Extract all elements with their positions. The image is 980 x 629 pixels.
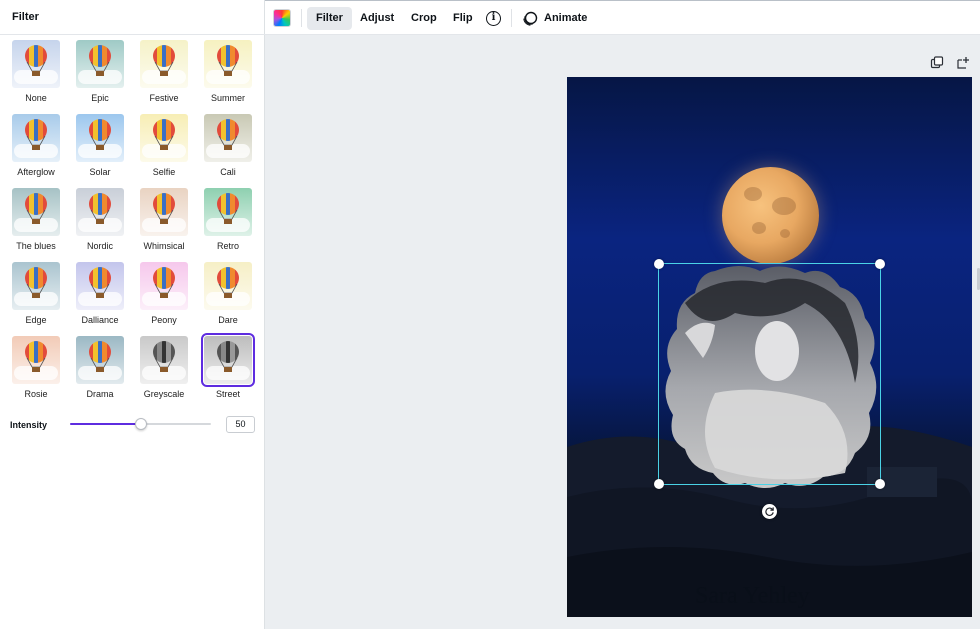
filter-thumbnail — [204, 40, 252, 88]
resize-handle-bottom-left[interactable] — [654, 479, 664, 489]
filter-option-cali[interactable]: Cali — [196, 114, 260, 184]
filter-thumbnail — [12, 188, 60, 236]
animate-icon[interactable] — [522, 11, 538, 27]
info-icon[interactable]: i — [486, 11, 501, 26]
filter-thumbnail — [140, 40, 188, 88]
filter-option-label: Retro — [216, 241, 239, 251]
duplicate-page-icon[interactable] — [930, 56, 944, 70]
filter-thumbnail — [140, 336, 188, 384]
filter-option-selfie[interactable]: Selfie — [132, 114, 196, 184]
filter-option-label: Afterglow — [17, 167, 55, 177]
filter-option-label: Dalliance — [81, 315, 119, 325]
filter-thumbnail — [76, 114, 124, 162]
filter-option-label: Festive — [149, 93, 179, 103]
filter-thumbnail — [76, 40, 124, 88]
add-page-icon[interactable] — [956, 56, 970, 70]
filter-thumbnail — [140, 114, 188, 162]
resize-handle-bottom-right[interactable] — [875, 479, 885, 489]
adjust-button[interactable]: Adjust — [351, 7, 403, 30]
filter-thumbnail — [12, 114, 60, 162]
filter-option-label: Peony — [151, 315, 177, 325]
filter-option-nordic[interactable]: Nordic — [68, 188, 132, 258]
moon-image — [722, 167, 819, 264]
filter-option-solar[interactable]: Solar — [68, 114, 132, 184]
filter-option-label: Solar — [89, 167, 111, 177]
filter-option-none[interactable]: None — [4, 40, 68, 110]
filter-option-label: Whimsical — [143, 241, 185, 251]
filter-option-greyscale[interactable]: Greyscale — [132, 336, 196, 406]
intensity-slider-fill — [70, 423, 141, 425]
rotate-icon — [765, 507, 774, 516]
filter-button[interactable]: Filter — [307, 7, 352, 30]
filter-thumbnail — [140, 188, 188, 236]
filter-option-label: Greyscale — [143, 389, 185, 399]
filter-option-afterglow[interactable]: Afterglow — [4, 114, 68, 184]
filter-option-rosie[interactable]: Rosie — [4, 336, 68, 406]
filter-option-label: Drama — [86, 389, 114, 399]
filter-option-dare[interactable]: Dare — [196, 262, 260, 332]
filter-option-festive[interactable]: Festive — [132, 40, 196, 110]
filter-option-street[interactable]: Street — [196, 333, 260, 406]
filter-thumbnail — [140, 262, 188, 310]
filter-option-label: The blues — [16, 241, 56, 251]
filter-thumbnail — [76, 188, 124, 236]
filter-thumbnail — [12, 336, 60, 384]
filter-option-summer[interactable]: Summer — [196, 40, 260, 110]
filter-option-label: Summer — [210, 93, 245, 103]
filter-option-epic[interactable]: Epic — [68, 40, 132, 110]
filter-thumbnail — [201, 333, 255, 387]
filter-option-label: Rosie — [24, 389, 48, 399]
filter-option-label: Dare — [218, 315, 238, 325]
filter-thumbnail — [204, 188, 252, 236]
filter-option-label: None — [25, 93, 47, 103]
editor-toolbar: Filter Adjust Crop Flip i Animate — [265, 0, 980, 35]
flip-button[interactable]: Flip — [444, 7, 482, 30]
watermark-text: Sara Yehley — [695, 583, 810, 609]
filter-option-the-blues[interactable]: The blues — [4, 188, 68, 258]
rotate-handle[interactable] — [762, 504, 777, 519]
filter-option-peony[interactable]: Peony — [132, 262, 196, 332]
filter-option-drama[interactable]: Drama — [68, 336, 132, 406]
intensity-value-input[interactable]: 50 — [226, 416, 255, 433]
panel-title: Filter — [12, 11, 39, 23]
filter-option-label: Street — [215, 389, 240, 399]
color-picker-button[interactable] — [273, 9, 291, 27]
filter-option-label: Nordic — [86, 241, 113, 251]
filter-thumbnail — [12, 40, 60, 88]
filter-option-label: Edge — [25, 315, 47, 325]
filter-thumbnail — [204, 262, 252, 310]
crop-button[interactable]: Crop — [402, 7, 446, 30]
intensity-slider[interactable] — [70, 418, 211, 430]
filter-thumbnail — [204, 114, 252, 162]
toolbar-divider — [301, 9, 302, 27]
selection-box[interactable] — [654, 259, 885, 489]
intensity-label: Intensity — [10, 420, 48, 430]
filter-option-edge[interactable]: Edge — [4, 262, 68, 332]
filter-thumbnail — [12, 262, 60, 310]
filter-option-whimsical[interactable]: Whimsical — [132, 188, 196, 258]
filter-thumbnail — [76, 262, 124, 310]
toolbar-divider — [511, 9, 512, 27]
filter-panel: Filter None Epic Festive Summer Afterglow Sol… — [0, 0, 265, 629]
filter-option-label: Cali — [220, 167, 236, 177]
filter-thumbnail — [76, 336, 124, 384]
filter-option-dalliance[interactable]: Dalliance — [68, 262, 132, 332]
intensity-slider-thumb[interactable] — [134, 418, 147, 430]
filter-option-retro[interactable]: Retro — [196, 188, 260, 258]
filter-option-label: Selfie — [152, 167, 176, 177]
resize-handle-top-right[interactable] — [875, 259, 885, 269]
panel-divider — [0, 34, 265, 35]
resize-handle-top-left[interactable] — [654, 259, 664, 269]
filter-option-label: Epic — [91, 93, 109, 103]
animate-button[interactable]: Animate — [544, 7, 587, 30]
